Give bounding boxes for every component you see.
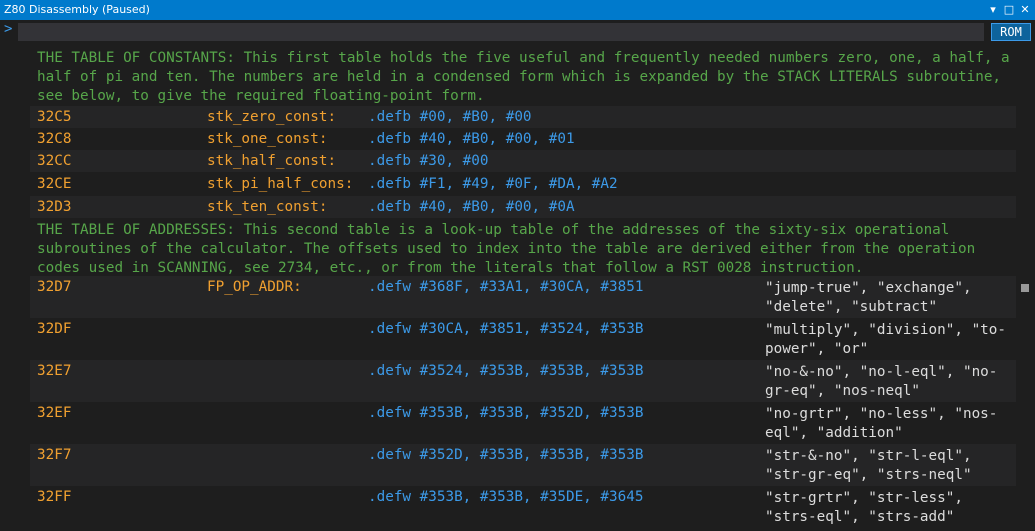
row-address: 32FF	[37, 489, 72, 505]
maximize-icon[interactable]: □	[1002, 2, 1016, 18]
disassembly-listing[interactable]: THE TABLE OF CONSTANTS: This first table…	[0, 46, 1016, 531]
row-address: 32D7	[37, 279, 72, 295]
listing-row[interactable]: 32CC stk_half_const: .defb #30, #00	[30, 150, 1016, 172]
row-address: 32EF	[37, 405, 72, 421]
row-note: "jump-true", "exchange", "delete", "subt…	[765, 280, 972, 315]
listing-row[interactable]: 32C5 stk_zero_const: .defb #00, #B0, #00	[30, 106, 1016, 128]
row-operand: .defb #40, #B0, #00, #01	[368, 131, 575, 147]
listing-row[interactable]: 32F7 .defw #352D, #353B, #353B, #353B "s…	[30, 444, 1016, 486]
command-input[interactable]	[18, 23, 984, 41]
row-operand: .defw #30CA, #3851, #3524, #353B	[368, 321, 644, 337]
listing-row[interactable]: 32CE stk_pi_half_cons: .defb #F1, #49, #…	[30, 173, 1016, 195]
vertical-scrollbar[interactable]	[1016, 46, 1035, 531]
row-note: "no-grtr", "no-less", "nos-eql", "additi…	[765, 406, 998, 441]
listing-row[interactable]: 32EF .defw #353B, #353B, #352D, #353B "n…	[30, 402, 1016, 444]
row-address: 32C5	[37, 109, 72, 125]
row-label: stk_pi_half_cons:	[207, 176, 354, 192]
row-label: stk_half_const:	[207, 153, 337, 169]
row-label: stk_zero_const:	[207, 109, 337, 125]
listing-row[interactable]: 32D3 stk_ten_const: .defb #40, #B0, #00,…	[30, 196, 1016, 218]
listing-row[interactable]: 32E7 .defw #3524, #353B, #353B, #353B "n…	[30, 360, 1016, 402]
row-note: "multiply", "division", "to-power", "or"	[765, 322, 1007, 357]
dropdown-icon[interactable]: ▾	[986, 2, 1000, 18]
comment-text: THE TABLE OF CONSTANTS: This first table…	[37, 50, 1010, 105]
row-address: 32D3	[37, 199, 72, 215]
listing-row[interactable]: 32FF .defw #353B, #353B, #35DE, #3645 "s…	[30, 486, 1016, 531]
row-address: 32CC	[37, 153, 72, 169]
row-operand: .defw #353B, #353B, #35DE, #3645	[368, 489, 644, 505]
disassembly-window: Z80 Disassembly (Paused) ▾ □ ✕ > ROM THE…	[0, 0, 1035, 531]
row-label: FP_OP_ADDR:	[207, 279, 302, 295]
prompt-icon: >	[4, 21, 13, 37]
listing-row[interactable]: 32DF .defw #30CA, #3851, #3524, #353B "m…	[30, 318, 1016, 360]
row-operand: .defw #352D, #353B, #353B, #353B	[368, 447, 644, 463]
row-note: "no-&-no", "no-l-eql", "no-gr-eq", "nos-…	[765, 364, 998, 399]
title-bar: Z80 Disassembly (Paused) ▾ □ ✕	[0, 0, 1035, 20]
command-toolbar: > ROM	[0, 20, 1035, 44]
row-label: stk_ten_const:	[207, 199, 328, 215]
row-operand: .defb #00, #B0, #00	[368, 109, 532, 125]
row-operand: .defb #F1, #49, #0F, #DA, #A2	[368, 176, 618, 192]
listing-row[interactable]: 32D7 FP_OP_ADDR: .defw #368F, #33A1, #30…	[30, 276, 1016, 318]
row-address: 32E7	[37, 363, 72, 379]
row-operand: .defw #368F, #33A1, #30CA, #3851	[368, 279, 644, 295]
listing-row[interactable]: 32C8 stk_one_const: .defb #40, #B0, #00,…	[30, 128, 1016, 150]
row-operand: .defw #3524, #353B, #353B, #353B	[368, 363, 644, 379]
comment-block: THE TABLE OF ADDRESSES: This second tabl…	[30, 221, 1016, 279]
row-operand: .defb #30, #00	[368, 153, 489, 169]
close-icon[interactable]: ✕	[1018, 2, 1032, 18]
row-address: 32F7	[37, 447, 72, 463]
scrollbar-thumb[interactable]	[1021, 284, 1029, 292]
row-note: "str-&-no", "str-l-eql", "str-gr-eq", "s…	[765, 448, 972, 483]
row-address: 32CE	[37, 176, 72, 192]
row-operand: .defw #353B, #353B, #352D, #353B	[368, 405, 644, 421]
rom-button[interactable]: ROM	[991, 23, 1031, 41]
comment-text: THE TABLE OF ADDRESSES: This second tabl…	[37, 222, 984, 277]
row-address: 32DF	[37, 321, 72, 337]
row-address: 32C8	[37, 131, 72, 147]
row-operand: .defb #40, #B0, #00, #0A	[368, 199, 575, 215]
comment-block: THE TABLE OF CONSTANTS: This first table…	[30, 49, 1016, 107]
row-label: stk_one_const:	[207, 131, 328, 147]
row-note: "str-grtr", "str-less", "strs-eql", "str…	[765, 490, 963, 525]
window-title: Z80 Disassembly (Paused)	[4, 3, 150, 16]
